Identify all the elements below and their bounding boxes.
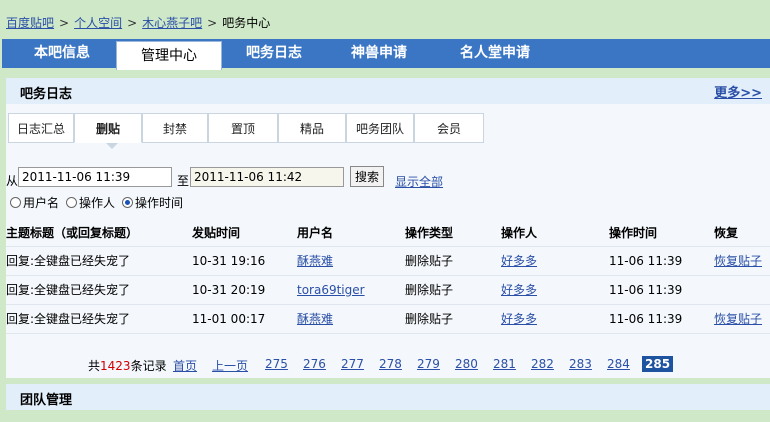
record-count-suffix: 条记录 <box>130 359 167 373</box>
cell-post-time: 10-31 19:16 <box>192 246 297 276</box>
cell-title: 回复:全键盘已经失宠了 <box>6 304 192 334</box>
current-page: 285 <box>642 356 674 372</box>
cell-operation-type: 删除贴子 <box>405 246 501 276</box>
page-link[interactable]: 282 <box>531 357 554 371</box>
subtab-pinned[interactable]: 置顶 <box>208 113 278 143</box>
col-header-post-time: 发贴时间 <box>192 220 297 247</box>
from-time-input[interactable] <box>18 167 172 187</box>
cell-operator-link[interactable]: 好多多 <box>501 254 537 268</box>
radio-operator[interactable]: 操作人 <box>66 194 115 211</box>
cell-operation-time: 11-06 11:39 <box>609 304 714 334</box>
col-header-operator: 操作人 <box>501 220 609 247</box>
to-time-input[interactable] <box>190 167 344 187</box>
subtab-summary[interactable]: 日志汇总 <box>8 113 74 143</box>
page-link[interactable]: 280 <box>455 357 478 371</box>
cell-title: 回复:全键盘已经失宠了 <box>6 275 192 305</box>
team-management-header: 团队管理 <box>6 384 770 410</box>
table-row: 回复:全键盘已经失宠了 11-01 00:17 酥燕难 删除贴子 好多多 11-… <box>6 304 770 334</box>
col-header-username: 用户名 <box>297 220 405 247</box>
page-link[interactable]: 281 <box>493 357 516 371</box>
active-subtab-indicator <box>106 143 118 149</box>
table-row: 回复:全键盘已经失宠了 10-31 20:19 tora69tiger 删除贴子… <box>6 275 770 305</box>
breadcrumb-separator: > <box>59 16 70 30</box>
table-header-row: 主题标题（或回复标题） 发贴时间 用户名 操作类型 操作人 操作时间 恢复 <box>6 220 770 247</box>
tab-management-center[interactable]: 管理中心 <box>116 41 222 70</box>
panel-header: 吧务日志 更多>> <box>6 78 770 104</box>
tab-beast-apply[interactable]: 神兽申请 <box>324 39 434 68</box>
subtab-admin-team[interactable]: 吧务团队 <box>346 113 414 143</box>
restore-post-link[interactable]: 恢复贴子 <box>714 312 762 326</box>
radio-button[interactable] <box>10 197 21 208</box>
radio-operation-time[interactable]: 操作时间 <box>122 194 183 211</box>
cell-username-link[interactable]: 酥燕难 <box>297 254 333 268</box>
cell-operator-link[interactable]: 好多多 <box>501 312 537 326</box>
from-label: 从 <box>6 174 19 188</box>
page-link[interactable]: 278 <box>379 357 402 371</box>
radio-label: 操作人 <box>79 196 116 210</box>
main-nav: 本吧信息 管理中心 吧务日志 神兽申请 名人堂申请 <box>2 39 770 70</box>
tab-forum-info[interactable]: 本吧信息 <box>8 39 116 68</box>
cell-operation-type: 删除贴子 <box>405 275 501 305</box>
page-link[interactable]: 276 <box>303 357 326 371</box>
prev-page-link[interactable]: 上一页 <box>212 357 248 374</box>
page-link[interactable]: 284 <box>607 357 630 371</box>
radio-button-selected[interactable] <box>122 197 133 208</box>
page-link[interactable]: 275 <box>265 357 288 371</box>
cell-username-link[interactable]: tora69tiger <box>297 283 365 297</box>
tab-hall-of-fame-apply[interactable]: 名人堂申请 <box>434 39 556 68</box>
cell-operator-link[interactable]: 好多多 <box>501 283 537 297</box>
cell-post-time: 11-01 00:17 <box>192 304 297 334</box>
subtab-featured[interactable]: 精品 <box>278 113 346 143</box>
search-button[interactable]: 搜索 <box>350 166 385 187</box>
subtab-deleted-posts[interactable]: 删贴 <box>74 113 142 143</box>
cell-operation-time: 11-06 11:39 <box>609 275 714 305</box>
cell-operation-time: 11-06 11:39 <box>609 246 714 276</box>
log-table: 主题标题（或回复标题） 发贴时间 用户名 操作类型 操作人 操作时间 恢复 回复… <box>6 220 770 334</box>
first-page-link[interactable]: 首页 <box>173 357 197 374</box>
radio-label: 操作时间 <box>135 196 184 210</box>
record-count: 共1423条记录 <box>88 357 167 374</box>
breadcrumb-current: 吧务中心 <box>222 16 271 30</box>
restore-post-link[interactable]: 恢复贴子 <box>714 254 762 268</box>
tab-admin-log[interactable]: 吧务日志 <box>224 39 324 68</box>
panel-title: 吧务日志 <box>20 87 73 102</box>
breadcrumb-separator: > <box>127 16 138 30</box>
page-link[interactable]: 283 <box>569 357 592 371</box>
show-all-link[interactable]: 显示全部 <box>395 173 443 190</box>
cell-operation-type: 删除贴子 <box>405 304 501 334</box>
breadcrumb-link-tieba[interactable]: 百度贴吧 <box>6 16 54 30</box>
record-count-prefix: 共 <box>88 359 101 373</box>
subtab-bans[interactable]: 封禁 <box>142 113 208 143</box>
breadcrumb-separator: > <box>207 16 218 30</box>
breadcrumb-link-forum[interactable]: 木心燕子吧 <box>142 16 202 30</box>
radio-button[interactable] <box>66 197 77 208</box>
cell-username-link[interactable]: 酥燕难 <box>297 312 333 326</box>
col-header-title: 主题标题（或回复标题） <box>6 220 192 247</box>
breadcrumb-link-personal-space[interactable]: 个人空间 <box>74 16 122 30</box>
team-management-title: 团队管理 <box>20 393 73 408</box>
record-count-number: 1423 <box>100 359 131 373</box>
radio-label: 用户名 <box>23 196 60 210</box>
page-link[interactable]: 277 <box>341 357 364 371</box>
cell-title: 回复:全键盘已经失宠了 <box>6 246 192 276</box>
col-header-restore: 恢复 <box>714 220 770 247</box>
page-link[interactable]: 279 <box>417 357 440 371</box>
subtab-members[interactable]: 会员 <box>414 113 484 143</box>
col-header-operation-type: 操作类型 <box>405 220 501 247</box>
radio-username[interactable]: 用户名 <box>10 194 59 211</box>
more-link[interactable]: 更多>> <box>714 82 762 101</box>
table-row: 回复:全键盘已经失宠了 10-31 19:16 酥燕难 删除贴子 好多多 11-… <box>6 246 770 276</box>
col-header-operation-time: 操作时间 <box>609 220 714 247</box>
breadcrumb: 百度贴吧 > 个人空间 > 木心燕子吧 > 吧务中心 <box>6 14 270 31</box>
cell-post-time: 10-31 20:19 <box>192 275 297 305</box>
to-label: 至 <box>177 174 190 188</box>
